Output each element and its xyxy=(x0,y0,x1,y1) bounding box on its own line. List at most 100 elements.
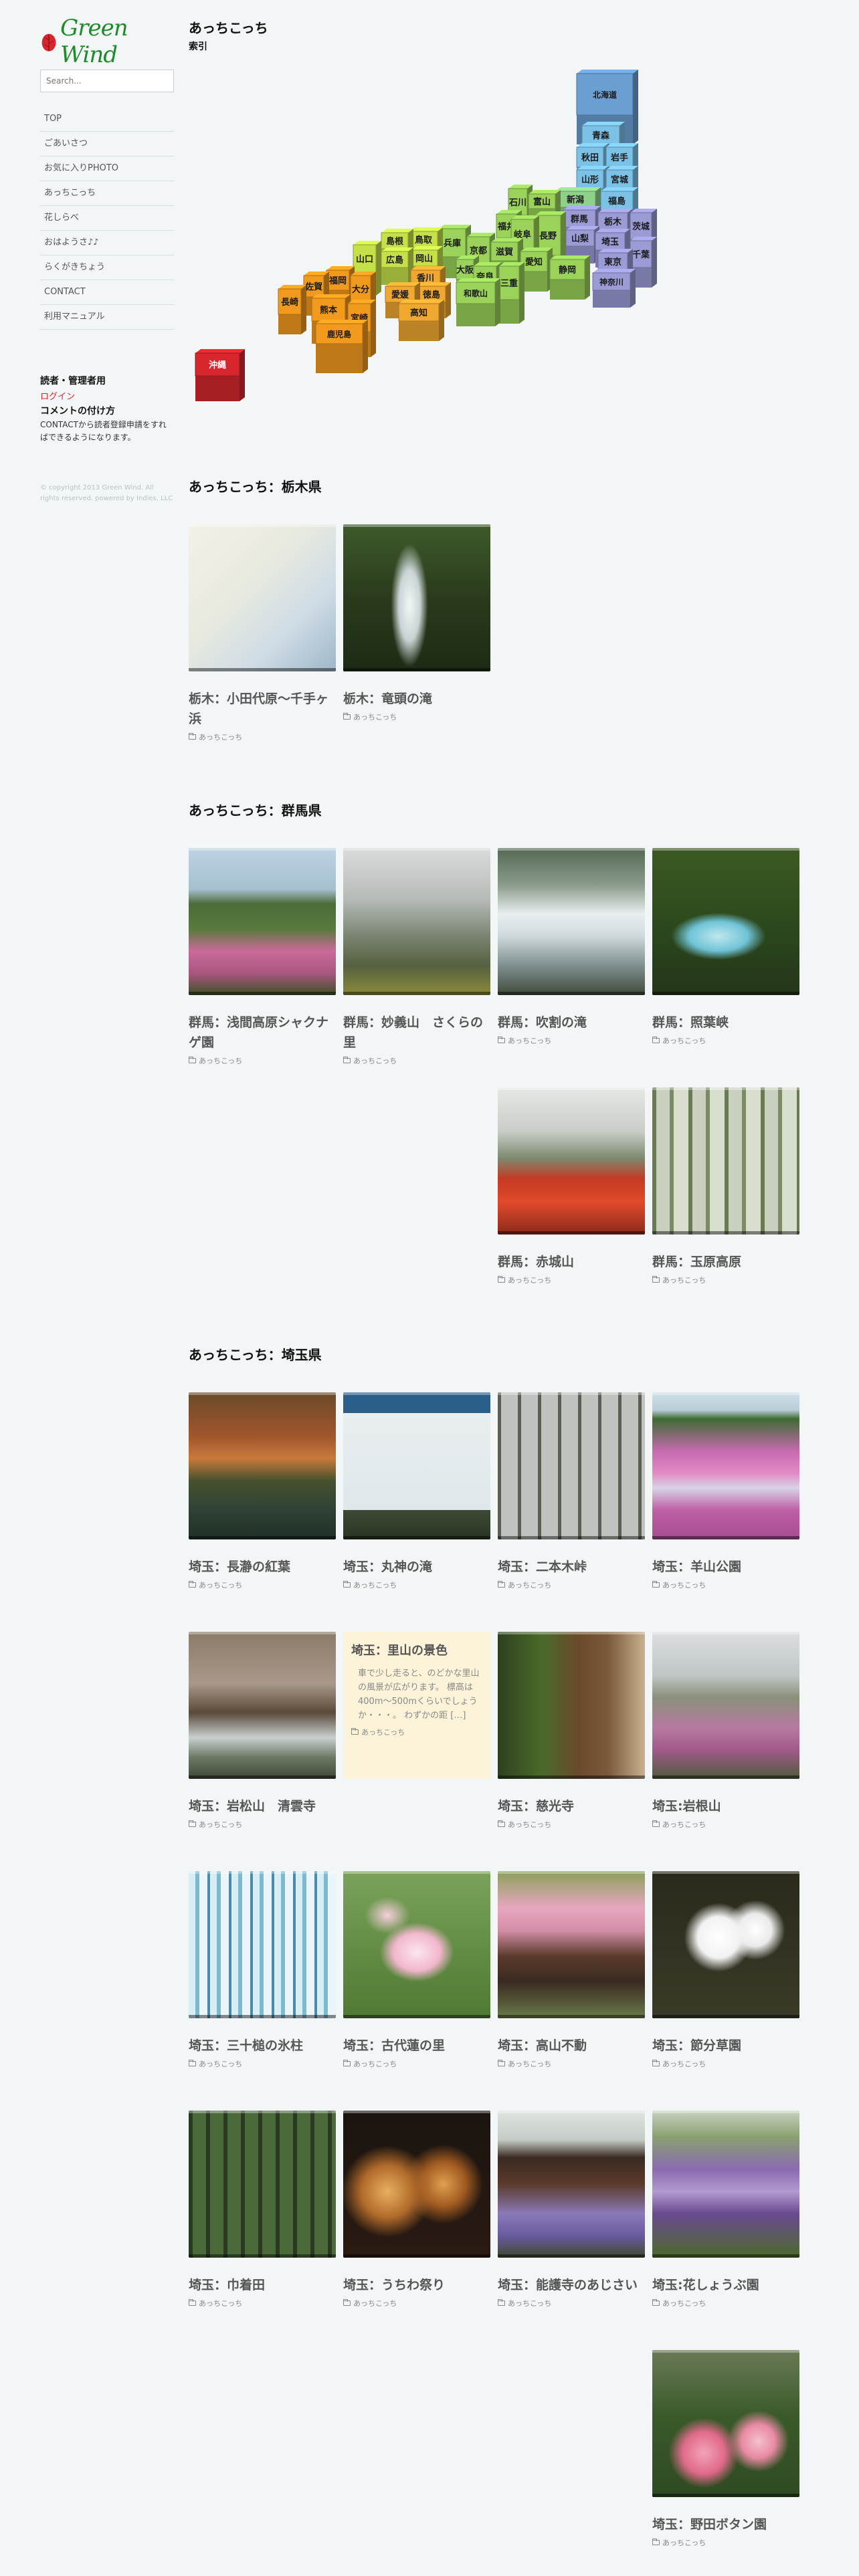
post-card[interactable]: 埼玉：高山不動あっちこっち xyxy=(498,1871,645,2069)
post-card[interactable]: 埼玉：岩松山 清雲寺 あっちこっち xyxy=(189,1632,336,1830)
post-thumbnail[interactable] xyxy=(498,1632,645,1779)
post-text-card[interactable]: 埼玉：里山の景色 車で少し走ると、のどかな里山の風景が広がります。 標高は400m… xyxy=(343,1632,490,1779)
post-thumbnail[interactable] xyxy=(189,1632,336,1779)
post-title[interactable]: 群馬：照葉峡 xyxy=(652,1012,799,1033)
post-title[interactable]: 群馬：妙義山 さくらの里 xyxy=(343,1012,490,1053)
map-prefecture[interactable]: 沖縄 xyxy=(195,349,245,401)
post-card[interactable]: 埼玉:岩根山あっちこっち xyxy=(652,1632,799,1830)
post-title[interactable]: 栃木：小田代原〜千手ヶ浜 xyxy=(189,689,336,729)
post-card[interactable]: 群馬：吹割の滝 あっちこっち xyxy=(498,848,645,1046)
post-title[interactable]: 埼玉：節分草園 xyxy=(652,2036,799,2056)
post-category[interactable]: あっちこっち xyxy=(353,2298,397,2309)
post-thumbnail[interactable] xyxy=(189,1871,336,2018)
map-prefecture[interactable]: 長崎 xyxy=(278,285,306,334)
nav-item-acchikocchi[interactable]: あっちこっち xyxy=(40,181,174,206)
post-card[interactable]: 群馬：浅間高原シャクナゲ園あっちこっち xyxy=(189,848,336,1066)
post-card[interactable]: 埼玉：長瀞の紅葉あっちこっち xyxy=(189,1392,336,1590)
post-category[interactable]: あっちこっち xyxy=(662,1275,706,1285)
map-prefecture[interactable]: 高知 xyxy=(398,300,444,341)
post-title[interactable]: 埼玉：巾着田 xyxy=(189,2275,336,2295)
post-thumbnail[interactable] xyxy=(652,2111,799,2258)
post-category[interactable]: あっちこっち xyxy=(353,2058,397,2069)
post-card[interactable]: 埼玉：野田ボタン園あっちこっち xyxy=(652,2350,799,2548)
post-category[interactable]: あっちこっち xyxy=(508,1035,551,1046)
post-category[interactable]: あっちこっち xyxy=(508,1275,551,1285)
post-card[interactable]: 群馬：妙義山 さくらの里あっちこっち xyxy=(343,848,490,1066)
post-title[interactable]: 埼玉:岩根山 xyxy=(652,1796,799,1816)
post-card[interactable]: 埼玉:花しょうぶ園あっちこっち xyxy=(652,2111,799,2309)
post-thumbnail[interactable] xyxy=(343,1871,490,2018)
post-card[interactable]: 埼玉：能護寺のあじさい あっちこっち xyxy=(498,2111,645,2309)
post-card[interactable]: 栃木：竜頭の滝あっちこっち xyxy=(343,524,490,722)
post-category[interactable]: あっちこっち xyxy=(662,2537,706,2548)
post-title[interactable]: 群馬：浅間高原シャクナゲ園 xyxy=(189,1012,336,1053)
post-thumbnail[interactable] xyxy=(652,1871,799,2018)
post-category[interactable]: あっちこっち xyxy=(199,2298,242,2309)
post-thumbnail[interactable] xyxy=(189,848,336,995)
post-thumbnail[interactable] xyxy=(189,524,336,671)
post-thumbnail[interactable] xyxy=(498,1087,645,1235)
map-prefecture[interactable]: 神奈川 xyxy=(592,269,636,308)
post-thumbnail[interactable] xyxy=(343,2111,490,2258)
post-title[interactable]: 埼玉：能護寺のあじさい xyxy=(498,2275,645,2295)
post-title[interactable]: 埼玉：野田ボタン園 xyxy=(652,2514,799,2535)
post-thumbnail[interactable] xyxy=(498,1871,645,2018)
post-category[interactable]: あっちこっち xyxy=(353,1580,397,1590)
post-card[interactable]: 埼玉：うちわ祭り あっちこっち xyxy=(343,2111,490,2309)
post-category[interactable]: あっちこっち xyxy=(199,2058,242,2069)
post-thumbnail[interactable] xyxy=(343,524,490,671)
post-category[interactable]: あっちこっち xyxy=(508,2058,551,2069)
post-category[interactable]: あっちこっち xyxy=(199,1580,242,1590)
post-category[interactable]: あっちこっち xyxy=(353,712,397,722)
site-logo[interactable]: Green Wind xyxy=(40,15,174,68)
post-card[interactable]: 埼玉：里山の景色 車で少し走ると、のどかな里山の風景が広がります。 標高は400m… xyxy=(343,1632,490,1779)
search-input[interactable] xyxy=(40,70,174,92)
post-thumbnail[interactable] xyxy=(652,1087,799,1235)
post-title[interactable]: 埼玉：慈光寺 xyxy=(498,1796,645,1816)
post-category[interactable]: あっちこっち xyxy=(662,2298,706,2309)
login-link[interactable]: ログイン xyxy=(40,389,174,402)
post-title[interactable]: 埼玉：三十槌の氷柱 xyxy=(189,2036,336,2056)
post-thumbnail[interactable] xyxy=(652,1392,799,1539)
post-category[interactable]: あっちこっち xyxy=(662,1035,706,1046)
post-thumbnail[interactable] xyxy=(189,2111,336,2258)
post-title[interactable]: 埼玉：里山の景色 xyxy=(351,1641,482,1658)
nav-item-hanashirabe[interactable]: 花しらべ xyxy=(40,206,174,231)
map-prefecture[interactable]: 三重 xyxy=(498,262,524,324)
post-category[interactable]: あっちこっち xyxy=(662,2058,706,2069)
post-title[interactable]: 埼玉：高山不動 xyxy=(498,2036,645,2056)
post-category[interactable]: あっちこっち xyxy=(199,732,242,742)
nav-item-greeting[interactable]: ごあいさつ xyxy=(40,132,174,156)
post-card[interactable]: 埼玉：慈光寺 あっちこっち xyxy=(498,1632,645,1830)
nav-item-rakugakichou[interactable]: らくがきちょう xyxy=(40,255,174,280)
post-category[interactable]: あっちこっち xyxy=(361,1727,405,1737)
post-thumbnail[interactable] xyxy=(498,2111,645,2258)
map-prefecture[interactable]: 鹿児島 xyxy=(315,320,368,373)
post-title[interactable]: 埼玉：長瀞の紅葉 xyxy=(189,1557,336,1577)
post-title[interactable]: 埼玉：羊山公園 xyxy=(652,1557,799,1577)
post-title[interactable]: 埼玉：岩松山 清雲寺 xyxy=(189,1796,336,1816)
nav-item-favorite-photo[interactable]: お気に入りPHOTO xyxy=(40,156,174,181)
post-title[interactable]: 埼玉:花しょうぶ園 xyxy=(652,2275,799,2295)
post-card[interactable]: 群馬：玉原高原あっちこっち xyxy=(652,1087,799,1285)
post-title[interactable]: 群馬：玉原高原 xyxy=(652,1252,799,1272)
post-thumbnail[interactable] xyxy=(498,1392,645,1539)
post-title[interactable]: 埼玉：二本木峠 xyxy=(498,1557,645,1577)
nav-item-manual[interactable]: 利用マニュアル xyxy=(40,305,174,330)
post-thumbnail[interactable] xyxy=(343,1392,490,1539)
nav-item-contact[interactable]: CONTACT xyxy=(40,280,174,305)
post-category[interactable]: あっちこっち xyxy=(199,1055,242,1066)
nav-item-top[interactable]: TOP xyxy=(40,107,174,132)
post-card[interactable]: 埼玉：二本木峠 あっちこっち xyxy=(498,1392,645,1590)
map-prefecture[interactable]: 愛知 xyxy=(520,247,553,292)
post-category[interactable]: あっちこっち xyxy=(353,1055,397,1066)
post-title[interactable]: 群馬：赤城山 xyxy=(498,1252,645,1272)
post-thumbnail[interactable] xyxy=(652,848,799,995)
post-card[interactable]: 群馬：赤城山あっちこっち xyxy=(498,1087,645,1285)
post-card[interactable]: 埼玉：節分草園あっちこっち xyxy=(652,1871,799,2069)
post-title[interactable]: 埼玉：古代蓮の里 xyxy=(343,2036,490,2056)
post-title[interactable]: 栃木：竜頭の滝 xyxy=(343,689,490,709)
map-prefecture[interactable]: 静岡 xyxy=(549,255,590,300)
nav-item-ohayousa[interactable]: おはようさ♪♪ xyxy=(40,231,174,255)
post-category[interactable]: あっちこっち xyxy=(662,1819,706,1830)
